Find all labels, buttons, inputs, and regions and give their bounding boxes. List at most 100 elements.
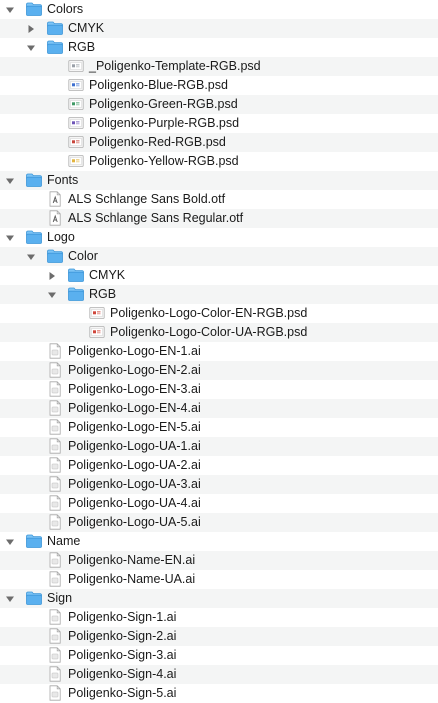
ai-file-icon	[47, 400, 63, 416]
item-label: CMYK	[68, 21, 105, 35]
file-row-poligenko-logo-en-2-ai[interactable]: Poligenko-Logo-EN-2.ai	[0, 361, 438, 380]
folder-row-colors[interactable]: Colors	[0, 0, 438, 19]
file-row-poligenko-logo-ua-2-ai[interactable]: Poligenko-Logo-UA-2.ai	[0, 456, 438, 475]
item-label: Poligenko-Logo-EN-3.ai	[68, 382, 201, 396]
file-row-poligenko-logo-en-1-ai[interactable]: Poligenko-Logo-EN-1.ai	[0, 342, 438, 361]
folder-row-name[interactable]: Name	[0, 532, 438, 551]
file-row-poligenko-name-en-ai[interactable]: Poligenko-Name-EN.ai	[0, 551, 438, 570]
item-label: Fonts	[47, 173, 79, 187]
item-label: Poligenko-Blue-RGB.psd	[89, 78, 228, 92]
folder-row-rgb[interactable]: RGB	[0, 285, 438, 304]
folder-row-sign[interactable]: Sign	[0, 589, 438, 608]
file-row-poligenko-logo-ua-5-ai[interactable]: Poligenko-Logo-UA-5.ai	[0, 513, 438, 532]
disclosure-expanded-icon[interactable]	[5, 537, 15, 547]
psd-file-icon	[89, 324, 105, 340]
ai-file-icon	[47, 495, 63, 511]
item-label: Poligenko-Logo-UA-5.ai	[68, 515, 201, 529]
file-row-poligenko-logo-color-ua-rgb-psd[interactable]: Poligenko-Logo-Color-UA-RGB.psd	[0, 323, 438, 342]
ai-file-icon	[47, 552, 63, 568]
file-row-als-schlange-sans-bold-otf[interactable]: ALS Schlange Sans Bold.otf	[0, 190, 438, 209]
folder-icon	[47, 248, 63, 264]
item-label: Poligenko-Green-RGB.psd	[89, 97, 238, 111]
font-file-icon	[47, 191, 63, 207]
item-label: Poligenko-Red-RGB.psd	[89, 135, 226, 149]
disclosure-collapsed-icon[interactable]	[26, 24, 36, 34]
file-row-poligenko-logo-ua-4-ai[interactable]: Poligenko-Logo-UA-4.ai	[0, 494, 438, 513]
item-label: ALS Schlange Sans Regular.otf	[68, 211, 244, 225]
item-label: Poligenko-Logo-UA-1.ai	[68, 439, 201, 453]
psd-file-icon	[68, 58, 84, 74]
font-file-icon	[47, 210, 63, 226]
psd-file-icon	[68, 77, 84, 93]
file-row-poligenko-logo-ua-1-ai[interactable]: Poligenko-Logo-UA-1.ai	[0, 437, 438, 456]
folder-icon	[26, 172, 42, 188]
file-row-poligenko-logo-en-5-ai[interactable]: Poligenko-Logo-EN-5.ai	[0, 418, 438, 437]
folder-row-cmyk[interactable]: CMYK	[0, 266, 438, 285]
disclosure-expanded-icon[interactable]	[5, 594, 15, 604]
item-label: Color	[68, 249, 98, 263]
file-row-poligenko-sign-2-ai[interactable]: Poligenko-Sign-2.ai	[0, 627, 438, 646]
ai-file-icon	[47, 476, 63, 492]
item-label: Colors	[47, 2, 84, 16]
folder-icon	[26, 590, 42, 606]
file-row-poligenko-logo-ua-3-ai[interactable]: Poligenko-Logo-UA-3.ai	[0, 475, 438, 494]
file-row-poligenko-sign-4-ai[interactable]: Poligenko-Sign-4.ai	[0, 665, 438, 684]
item-label: Poligenko-Logo-EN-4.ai	[68, 401, 201, 415]
disclosure-expanded-icon[interactable]	[47, 290, 57, 300]
item-label: Poligenko-Purple-RGB.psd	[89, 116, 240, 130]
item-label: Logo	[47, 230, 75, 244]
disclosure-expanded-icon[interactable]	[5, 176, 15, 186]
ai-file-icon	[47, 666, 63, 682]
file-row-poligenko-sign-3-ai[interactable]: Poligenko-Sign-3.ai	[0, 646, 438, 665]
ai-file-icon	[47, 571, 63, 587]
file-row-als-schlange-sans-regular-otf[interactable]: ALS Schlange Sans Regular.otf	[0, 209, 438, 228]
file-row-poligenko-name-ua-ai[interactable]: Poligenko-Name-UA.ai	[0, 570, 438, 589]
item-label: Sign	[47, 591, 73, 605]
folder-row-rgb[interactable]: RGB	[0, 38, 438, 57]
folder-row-cmyk[interactable]: CMYK	[0, 19, 438, 38]
file-row-poligenko-red-rgb-psd[interactable]: Poligenko-Red-RGB.psd	[0, 133, 438, 152]
file-row-poligenko-green-rgb-psd[interactable]: Poligenko-Green-RGB.psd	[0, 95, 438, 114]
item-label: Poligenko-Sign-5.ai	[68, 686, 177, 700]
psd-file-icon	[68, 153, 84, 169]
file-row-poligenko-sign-5-ai[interactable]: Poligenko-Sign-5.ai	[0, 684, 438, 703]
file-row-poligenko-purple-rgb-psd[interactable]: Poligenko-Purple-RGB.psd	[0, 114, 438, 133]
item-label: Poligenko-Sign-1.ai	[68, 610, 177, 624]
item-label: Poligenko-Logo-Color-UA-RGB.psd	[110, 325, 308, 339]
disclosure-expanded-icon[interactable]	[5, 5, 15, 15]
folder-row-color[interactable]: Color	[0, 247, 438, 266]
ai-file-icon	[47, 343, 63, 359]
ai-file-icon	[47, 628, 63, 644]
file-row-poligenko-yellow-rgb-psd[interactable]: Poligenko-Yellow-RGB.psd	[0, 152, 438, 171]
file-row-poligenko-sign-1-ai[interactable]: Poligenko-Sign-1.ai	[0, 608, 438, 627]
item-label: Poligenko-Yellow-RGB.psd	[89, 154, 239, 168]
item-label: Poligenko-Logo-EN-2.ai	[68, 363, 201, 377]
ai-file-icon	[47, 685, 63, 701]
psd-file-icon	[89, 305, 105, 321]
file-row-poligenko-blue-rgb-psd[interactable]: Poligenko-Blue-RGB.psd	[0, 76, 438, 95]
ai-file-icon	[47, 514, 63, 530]
folder-icon	[47, 39, 63, 55]
disclosure-expanded-icon[interactable]	[26, 252, 36, 262]
item-label: Poligenko-Sign-3.ai	[68, 648, 177, 662]
file-row-poligenko-template-rgb-psd[interactable]: _Poligenko-Template-RGB.psd	[0, 57, 438, 76]
ai-file-icon	[47, 381, 63, 397]
item-label: Poligenko-Logo-UA-2.ai	[68, 458, 201, 472]
disclosure-expanded-icon[interactable]	[26, 43, 36, 53]
ai-file-icon	[47, 647, 63, 663]
file-row-poligenko-logo-en-3-ai[interactable]: Poligenko-Logo-EN-3.ai	[0, 380, 438, 399]
item-label: RGB	[89, 287, 117, 301]
file-row-poligenko-logo-color-en-rgb-psd[interactable]: Poligenko-Logo-Color-EN-RGB.psd	[0, 304, 438, 323]
folder-row-fonts[interactable]: Fonts	[0, 171, 438, 190]
ai-file-icon	[47, 362, 63, 378]
file-row-poligenko-logo-en-4-ai[interactable]: Poligenko-Logo-EN-4.ai	[0, 399, 438, 418]
item-label: Poligenko-Logo-EN-5.ai	[68, 420, 201, 434]
folder-icon	[47, 20, 63, 36]
ai-file-icon	[47, 438, 63, 454]
disclosure-collapsed-icon[interactable]	[47, 271, 57, 281]
psd-file-icon	[68, 96, 84, 112]
disclosure-expanded-icon[interactable]	[5, 233, 15, 243]
folder-row-logo[interactable]: Logo	[0, 228, 438, 247]
item-label: Poligenko-Sign-4.ai	[68, 667, 177, 681]
item-label: Poligenko-Logo-EN-1.ai	[68, 344, 201, 358]
